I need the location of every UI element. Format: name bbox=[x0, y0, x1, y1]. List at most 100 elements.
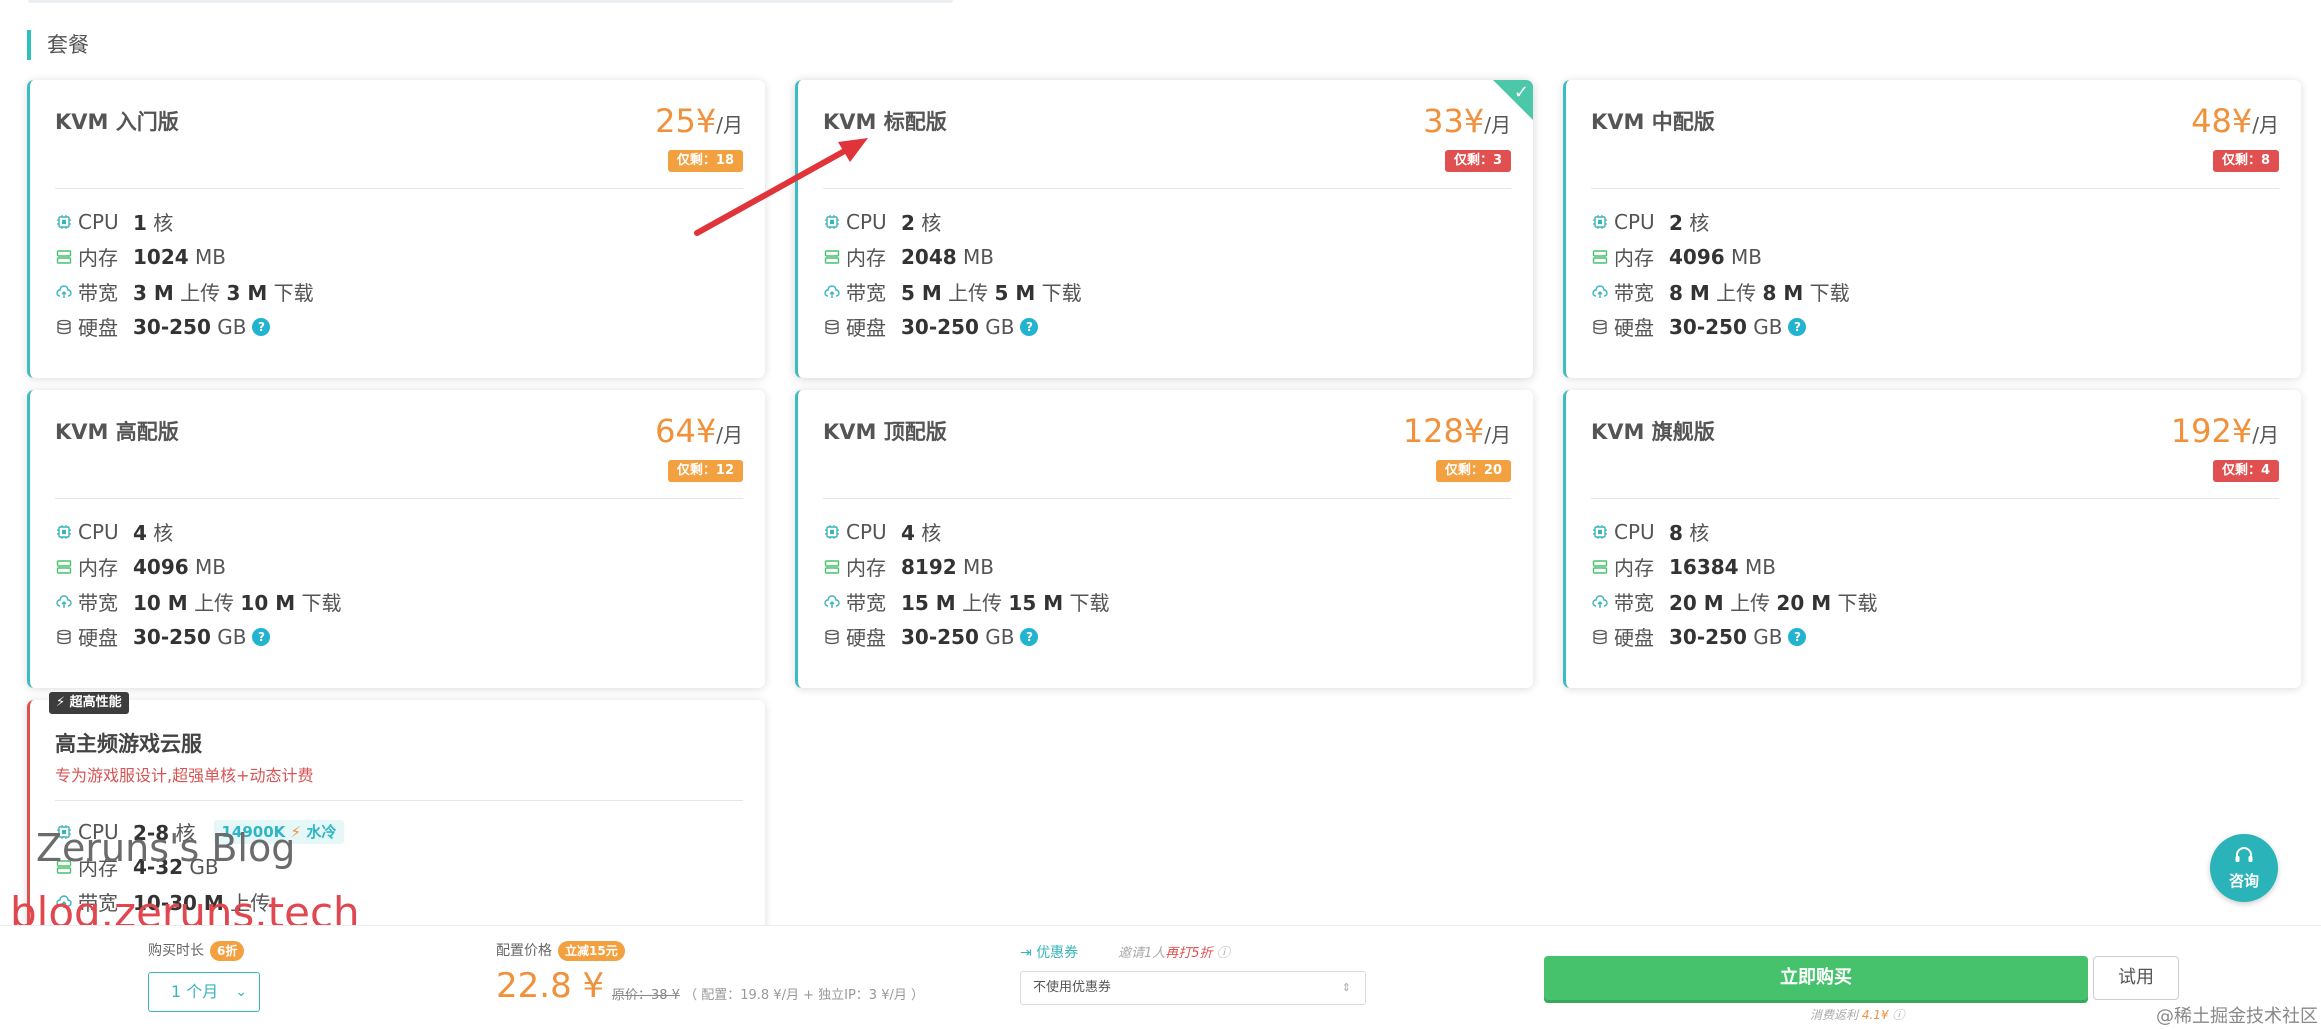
duration-label: 购买时长 6折 bbox=[148, 940, 245, 961]
memory-icon bbox=[823, 558, 841, 576]
stock-badge: 仅剩：4 bbox=[2212, 460, 2279, 482]
spec-value: 16384 MB bbox=[1669, 554, 1776, 579]
spec-bandwidth: 带宽 15 M 上传 15 M 下载 bbox=[823, 584, 1109, 619]
duration-discount-badge: 6折 bbox=[210, 941, 245, 961]
spec-label: 内存 bbox=[846, 246, 886, 270]
help-icon: ⓘ bbox=[1216, 946, 1230, 961]
plan-price: 128¥/月 bbox=[1402, 412, 1511, 450]
price-discount-badge: 立减15元 bbox=[558, 941, 625, 961]
duration-select[interactable]: 1 个月 ⌄ bbox=[148, 972, 260, 1012]
spec-label: 带宽 bbox=[846, 591, 886, 615]
disk-icon bbox=[1591, 318, 1609, 336]
plan-name: KVM 高配版 bbox=[55, 420, 179, 444]
divider bbox=[1591, 498, 2279, 499]
spec-value: 30-250 GB bbox=[133, 314, 247, 339]
cpu-icon bbox=[55, 523, 73, 541]
spec-label: 带宽 bbox=[1614, 591, 1654, 615]
coupon-icon: ⇥ bbox=[1020, 945, 1032, 961]
spec-disk: 硬盘 30-250 GB ? bbox=[1591, 309, 1850, 344]
plan-card[interactable]: KVM 高配版 64¥/月 仅剩：12 CPU 4 核 内存 4096 MB 带… bbox=[27, 390, 765, 688]
spec-value: 30-250 GB bbox=[1669, 624, 1783, 649]
headset-icon bbox=[2235, 847, 2253, 862]
divider bbox=[55, 498, 743, 499]
spec-value: 4096 MB bbox=[133, 554, 227, 579]
spec-label: 内存 bbox=[78, 556, 118, 580]
game-plan-name: 高主频游戏云服 bbox=[55, 732, 202, 756]
spec-label: CPU bbox=[846, 209, 887, 234]
spec-value: 1024 MB bbox=[133, 244, 227, 269]
spec-cpu: CPU 8 核 bbox=[1591, 514, 1877, 549]
spec-label: 硬盘 bbox=[78, 626, 118, 650]
spec-memory: 内存 2048 MB bbox=[823, 239, 1082, 274]
spec-value: 2 核 bbox=[1669, 211, 1710, 235]
game-plan-description: 专为游戏服设计,超强单核+动态计费 bbox=[55, 766, 314, 785]
purchase-bar: 购买时长 6折 1 个月 ⌄ 配置价格 立减15元 22.8 ¥ 原价：38 ¥ （… bbox=[0, 925, 2321, 1029]
spec-value: 20 M 上传 20 M 下载 bbox=[1669, 591, 1878, 615]
help-icon[interactable]: ? bbox=[252, 627, 271, 646]
spec-cpu: CPU 4 核 bbox=[823, 514, 1109, 549]
spec-disk: 硬盘 30-250 GB ? bbox=[1591, 619, 1877, 654]
help-icon[interactable]: ? bbox=[1788, 627, 1807, 646]
spec-value: 5 M 上传 5 M 下载 bbox=[901, 281, 1082, 305]
spec-value: 15 M 上传 15 M 下载 bbox=[901, 591, 1110, 615]
spec-disk: 硬盘 30-250 GB ? bbox=[55, 619, 341, 654]
cloud-upload-icon bbox=[823, 283, 841, 301]
cpu-icon bbox=[1591, 523, 1609, 541]
spec-value: 1 核 bbox=[133, 211, 174, 235]
plan-card[interactable]: KVM 中配版 48¥/月 仅剩：8 CPU 2 核 内存 4096 MB 带宽… bbox=[1563, 80, 2301, 378]
config-price-label: 配置价格 立减15元 bbox=[496, 940, 625, 961]
disk-icon bbox=[55, 628, 73, 646]
spec-value: 2048 MB bbox=[901, 244, 995, 269]
cloud-upload-icon bbox=[55, 593, 73, 611]
help-icon[interactable]: ? bbox=[1788, 317, 1807, 336]
help-icon[interactable]: ? bbox=[1020, 317, 1039, 336]
lightning-icon: ⚡ bbox=[56, 695, 66, 710]
plan-name: KVM 标配版 bbox=[823, 110, 947, 134]
spec-value: 30-250 GB bbox=[1669, 314, 1783, 339]
consult-label: 咨询 bbox=[2228, 872, 2259, 890]
section-title: 套餐 bbox=[27, 30, 89, 60]
spec-bandwidth: 带宽 3 M 上传 3 M 下载 bbox=[55, 274, 314, 309]
stock-badge: 仅剩：8 bbox=[2212, 150, 2279, 172]
rebate-info: 消费返利 4.1¥ ⓘ bbox=[1810, 1008, 1905, 1022]
help-icon[interactable]: ? bbox=[252, 317, 271, 336]
consult-button[interactable]: 咨询 bbox=[2210, 834, 2278, 902]
chevron-down-icon: ⌄ bbox=[235, 984, 247, 1000]
buy-now-button[interactable]: 立即购买 bbox=[1544, 956, 2088, 1000]
spec-bandwidth: 带宽 20 M 上传 20 M 下载 bbox=[1591, 584, 1877, 619]
memory-icon bbox=[1591, 558, 1609, 576]
spec-disk: 硬盘 30-250 GB ? bbox=[823, 619, 1109, 654]
cpu-icon bbox=[823, 523, 841, 541]
stock-badge: 仅剩：20 bbox=[1435, 460, 1511, 482]
divider bbox=[55, 800, 743, 801]
memory-icon bbox=[55, 248, 73, 266]
spec-cpu: CPU 4 核 bbox=[55, 514, 341, 549]
spec-label: 内存 bbox=[1614, 246, 1654, 270]
spec-cpu: CPU 1 核 bbox=[55, 204, 314, 239]
help-icon[interactable]: ? bbox=[1020, 627, 1039, 646]
cpu-icon bbox=[823, 213, 841, 231]
plan-card[interactable]: ✓ KVM 标配版 33¥/月 仅剩：3 CPU 2 核 内存 2048 MB … bbox=[795, 80, 1533, 378]
plan-name: KVM 旗舰版 bbox=[1591, 420, 1715, 444]
spec-label: 带宽 bbox=[78, 281, 118, 305]
spec-value: 10 M 上传 10 M 下载 bbox=[133, 591, 342, 615]
plan-price: 25¥/月 bbox=[655, 102, 743, 140]
performance-badge: ⚡ 超高性能 bbox=[49, 692, 129, 714]
select-arrows-icon: ⇕ bbox=[1341, 981, 1351, 994]
config-price: 22.8 ¥ bbox=[496, 966, 605, 1006]
spec-value: 30-250 GB bbox=[901, 314, 1015, 339]
spec-cpu: CPU 2 核 bbox=[1591, 204, 1850, 239]
plan-card[interactable]: KVM 顶配版 128¥/月 仅剩：20 CPU 4 核 内存 8192 MB … bbox=[795, 390, 1533, 688]
coupon-select[interactable]: 不使用优惠券 ⇕ bbox=[1020, 971, 1366, 1005]
plan-price: 64¥/月 bbox=[655, 412, 743, 450]
memory-icon bbox=[1591, 248, 1609, 266]
spec-label: 带宽 bbox=[846, 281, 886, 305]
cloud-upload-icon bbox=[1591, 283, 1609, 301]
spec-bandwidth: 带宽 8 M 上传 8 M 下载 bbox=[1591, 274, 1850, 309]
spec-cpu: CPU 2 核 bbox=[823, 204, 1082, 239]
plan-card[interactable]: KVM 旗舰版 192¥/月 仅剩：4 CPU 8 核 内存 16384 MB … bbox=[1563, 390, 2301, 688]
spec-value: 8 M 上传 8 M 下载 bbox=[1669, 281, 1850, 305]
plan-card[interactable]: KVM 入门版 25¥/月 仅剩：18 CPU 1 核 内存 1024 MB 带… bbox=[27, 80, 765, 378]
cpu-icon bbox=[1591, 213, 1609, 231]
trial-button[interactable]: 试用 bbox=[2093, 956, 2179, 1000]
